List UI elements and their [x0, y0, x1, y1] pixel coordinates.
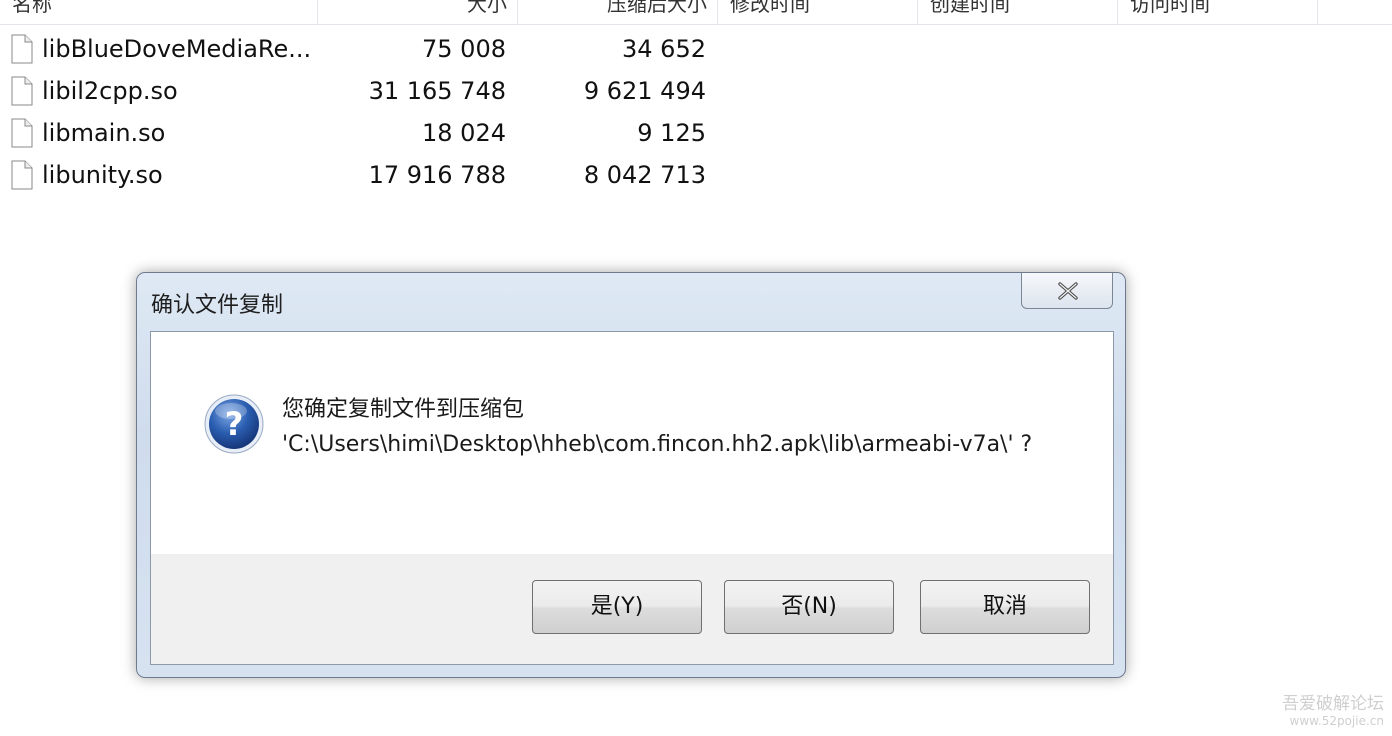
file-icon	[11, 76, 33, 106]
svg-text:?: ?	[225, 405, 244, 443]
yes-button[interactable]: 是(Y)	[532, 580, 702, 634]
file-icon	[11, 34, 33, 64]
message-text: 您确定复制文件到压缩包	[282, 397, 525, 422]
watermark-url: www.52pojie.cn	[1289, 714, 1384, 728]
file-name: libmain.so	[42, 119, 166, 147]
file-packed-size: 9 621 494	[583, 77, 706, 105]
column-header: 名称 大小 压缩后大小 修改时间 创建时间 访问时间	[0, 0, 1392, 25]
file-size: 18 024	[422, 119, 506, 147]
cancel-button[interactable]: 取消	[920, 580, 1090, 634]
question-icon: ?	[204, 394, 264, 454]
no-button[interactable]: 否(N)	[724, 580, 894, 634]
file-size: 75 008	[422, 35, 506, 63]
watermark-title: 吾爱破解论坛	[1282, 694, 1384, 714]
watermark: 吾爱破解论坛 www.52pojie.cn	[1282, 694, 1384, 728]
file-row[interactable]: libil2cpp.so 31 165 748 9 621 494	[0, 70, 760, 112]
column-size-header[interactable]: 大小	[318, 0, 518, 24]
file-name: libunity.so	[42, 161, 163, 189]
file-packed-size: 8 042 713	[583, 161, 706, 189]
file-size: 17 916 788	[368, 161, 506, 189]
close-icon	[1058, 282, 1078, 300]
file-row[interactable]: libmain.so 18 024 9 125	[0, 112, 760, 154]
file-icon	[11, 118, 33, 148]
column-created-header[interactable]: 创建时间	[918, 0, 1118, 24]
column-packed-size-header[interactable]: 压缩后大小	[518, 0, 718, 24]
message-path: 'C:\Users\himi\Desktop\hheb\com.fincon.h…	[282, 432, 1033, 457]
file-icon	[11, 160, 33, 190]
file-row[interactable]: libBlueDoveMediaRe... 75 008 34 652	[0, 28, 760, 70]
file-packed-size: 9 125	[637, 119, 706, 147]
close-button[interactable]	[1021, 273, 1113, 309]
file-row[interactable]: libunity.so 17 916 788 8 042 713	[0, 154, 760, 196]
column-name-header[interactable]: 名称	[0, 0, 318, 24]
file-name: libil2cpp.so	[42, 77, 178, 105]
dialog-title: 确认文件复制	[151, 293, 284, 318]
column-accessed-header[interactable]: 访问时间	[1118, 0, 1318, 24]
column-modified-header[interactable]: 修改时间	[718, 0, 918, 24]
file-packed-size: 34 652	[622, 35, 706, 63]
confirm-copy-dialog: 确认文件复制 ? 您确定复制文件到压缩包 'C:\Users\himi\Desk…	[136, 272, 1126, 678]
file-size: 31 165 748	[368, 77, 506, 105]
dialog-message: 您确定复制文件到压缩包 'C:\Users\himi\Desktop\hheb\…	[282, 392, 1062, 462]
file-name: libBlueDoveMediaRe...	[42, 35, 312, 63]
dialog-body: ? 您确定复制文件到压缩包 'C:\Users\himi\Desktop\hhe…	[150, 331, 1114, 665]
